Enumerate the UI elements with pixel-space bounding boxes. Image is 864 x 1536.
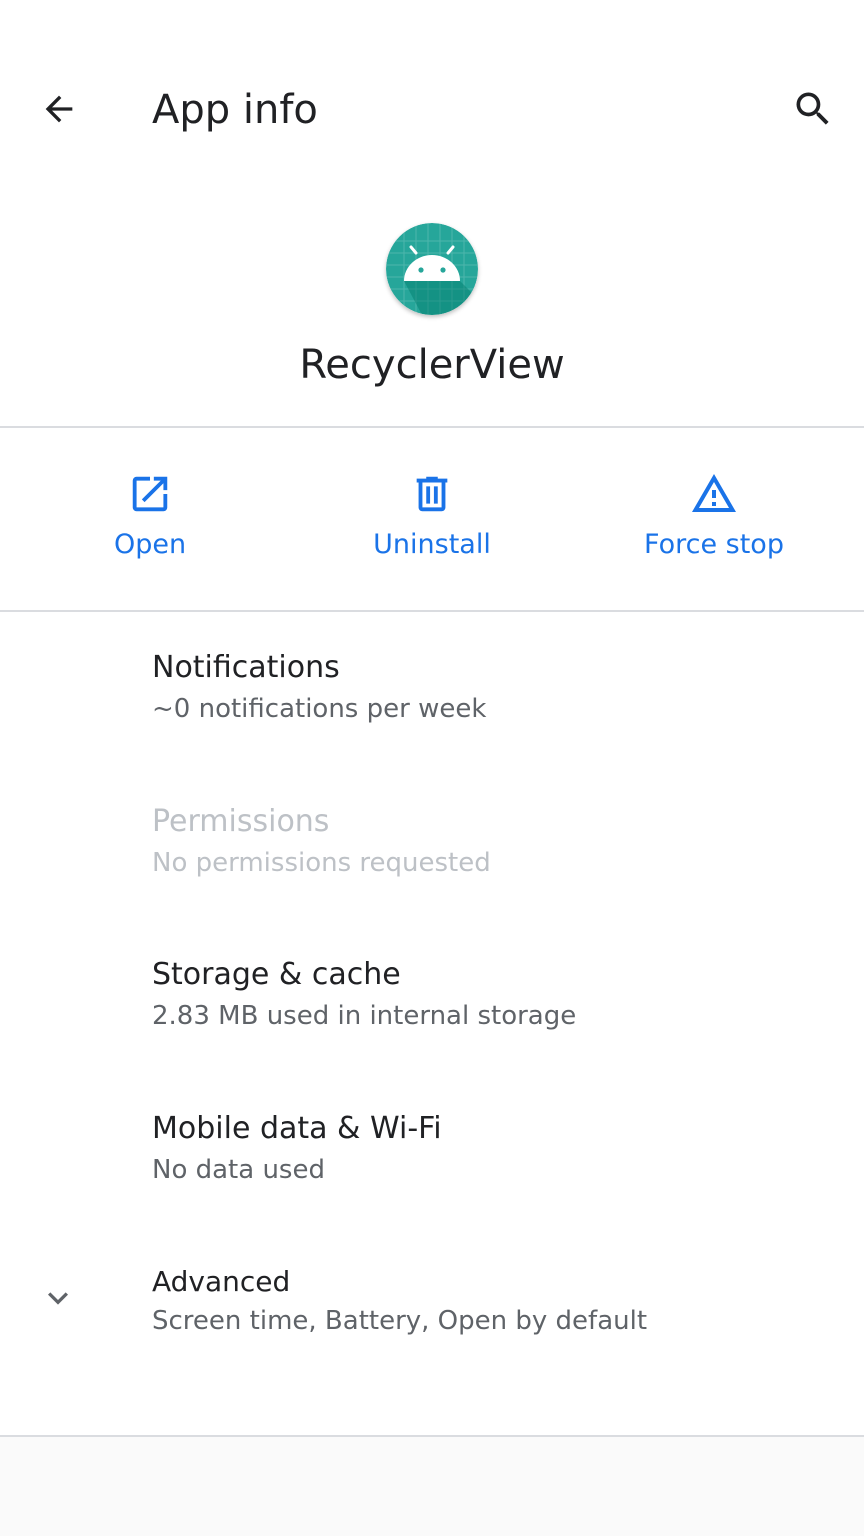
warning-icon	[690, 470, 738, 518]
arrow-back-icon	[45, 95, 73, 123]
page-title: App info	[152, 87, 318, 133]
trash-icon	[408, 470, 456, 518]
app-name: RecyclerView	[299, 342, 565, 388]
advanced-title: Advanced	[152, 1265, 291, 1298]
storage-summary: 2.83 MB used in internal storage	[152, 1001, 577, 1031]
divider	[0, 426, 864, 428]
open-label: Open	[113, 529, 187, 560]
bottom-area	[0, 1437, 864, 1536]
chevron-down-icon	[38, 1278, 78, 1318]
notifications-summary: ~0 notifications per week	[152, 694, 487, 724]
advanced-summary: Screen time, Battery, Open by default	[152, 1306, 648, 1336]
divider	[0, 610, 864, 612]
back-button[interactable]	[27, 77, 91, 141]
permissions-title: Permissions	[152, 804, 330, 839]
advanced-item[interactable]: Advanced Screen time, Battery, Open by d…	[0, 1262, 864, 1392]
app-info-screen: App info RecyclerView Open Uninstall For…	[0, 0, 864, 1536]
uninstall-button[interactable]: Uninstall	[342, 470, 522, 580]
top-app-bar: App info	[0, 50, 864, 170]
notifications-title: Notifications	[152, 650, 340, 685]
mobile-data-summary: No data used	[152, 1155, 325, 1185]
storage-item[interactable]: Storage & cache 2.83 MB used in internal…	[0, 955, 864, 1085]
permissions-item: Permissions No permissions requested	[0, 802, 864, 932]
permissions-summary: No permissions requested	[152, 848, 491, 878]
notifications-item[interactable]: Notifications ~0 notifications per week	[0, 648, 864, 778]
mobile-data-title: Mobile data & Wi-Fi	[152, 1111, 442, 1146]
mobile-data-item[interactable]: Mobile data & Wi-Fi No data used	[0, 1109, 864, 1239]
open-external-icon	[126, 470, 174, 518]
force-stop-button[interactable]: Force stop	[624, 470, 804, 580]
search-icon	[796, 92, 829, 125]
search-button[interactable]	[781, 77, 845, 141]
force-stop-label: Force stop	[644, 529, 784, 560]
android-app-icon	[386, 223, 478, 315]
open-button[interactable]: Open	[60, 470, 240, 580]
uninstall-label: Uninstall	[373, 529, 491, 560]
storage-title: Storage & cache	[152, 957, 401, 992]
